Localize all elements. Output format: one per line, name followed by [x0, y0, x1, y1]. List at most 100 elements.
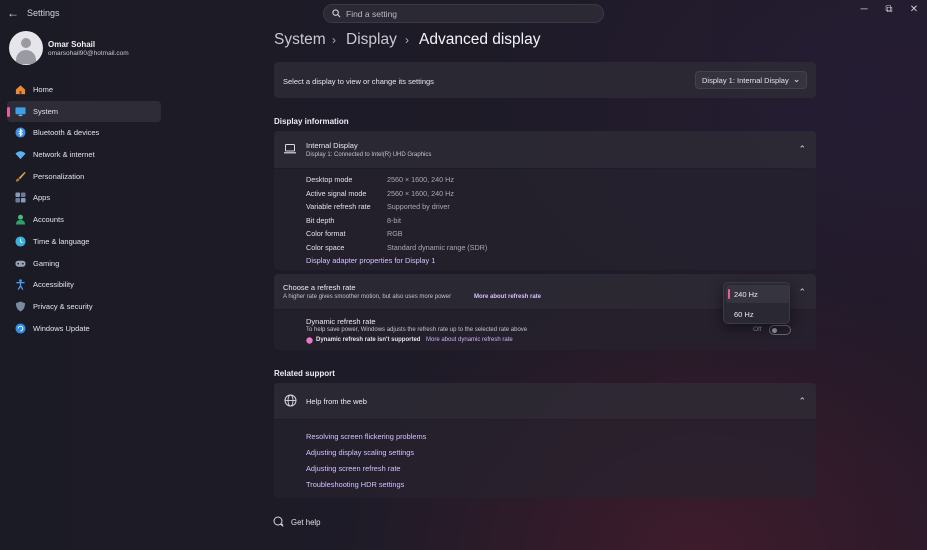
refresh-option-label: 60 Hz [734, 310, 754, 319]
dynamic-refresh-title: Dynamic refresh rate [306, 317, 376, 326]
get-help-icon [273, 516, 284, 527]
sidebar-item-label: Apps [33, 193, 51, 203]
refresh-rate-more-link[interactable]: More about refresh rate [474, 294, 541, 300]
chevron-up-icon[interactable]: ⌃ [798, 287, 806, 298]
bluetooth-icon [15, 127, 26, 138]
info-value: Standard dynamic range (SDR) [387, 242, 488, 252]
sidebar-item-label: System [33, 106, 59, 116]
sidebar-item-privacy[interactable]: Privacy & security [7, 296, 161, 318]
accounts-icon [15, 214, 26, 225]
display-select-label: Select a display to view or change its s… [283, 77, 434, 86]
user-email: omarsohail90@hotmail.com [48, 50, 129, 57]
toggle-state-label: Off [753, 326, 762, 333]
info-key: Color space [306, 242, 345, 252]
breadcrumb-system[interactable]: System [274, 31, 326, 49]
help-from-web-header[interactable]: Help from the web ⌃ [274, 383, 816, 419]
help-link[interactable]: Adjusting screen refresh rate [306, 464, 400, 473]
chevron-up-icon[interactable]: ⌃ [798, 144, 806, 155]
dynamic-refresh-toggle[interactable] [769, 325, 791, 335]
accessibility-icon [16, 279, 25, 291]
system-icon [15, 107, 26, 116]
avatar-head-shape [21, 38, 31, 48]
dynamic-refresh-subtitle: To help save power, Windows adjusts the … [306, 327, 528, 333]
apps-icon [15, 192, 26, 203]
sidebar-item-label: Gaming [33, 258, 60, 268]
sidebar-item-home[interactable]: Home [7, 79, 161, 101]
info-value: 2560 × 1600, 240 Hz [387, 188, 454, 198]
info-value: Supported by driver [387, 202, 450, 211]
dynamic-refresh-warning: Dynamic refresh rate isn't supported [316, 337, 421, 343]
user-name: Omar Sohail [48, 40, 96, 49]
chevron-down-icon: ⌄ [793, 75, 800, 84]
refresh-rate-popup: 240 Hz 60 Hz [723, 282, 790, 324]
sidebar-item-windows-update[interactable]: Windows Update [7, 318, 161, 340]
breadcrumb-display[interactable]: Display [346, 31, 397, 49]
toggle-knob [772, 327, 777, 333]
back-button[interactable]: ← [6, 6, 20, 20]
gaming-icon [15, 260, 26, 267]
sidebar-item-label: Accounts [33, 215, 64, 225]
app-title: Settings [27, 8, 60, 18]
avatar-body-shape [16, 50, 36, 64]
refresh-option-240[interactable]: 240 Hz [726, 285, 789, 303]
info-value: 8-bit [387, 215, 401, 225]
display-select-card: Select a display to view or change its s… [274, 62, 816, 98]
display-dropdown-value: Display 1: Internal Display [702, 76, 789, 85]
sidebar-item-network[interactable]: Network & internet [7, 144, 161, 166]
sidebar-item-personalization[interactable]: Personalization [7, 166, 161, 188]
display-information-heading: Display information [274, 117, 349, 126]
display-name: Internal Display [306, 141, 358, 150]
info-value: RGB [387, 229, 403, 238]
sidebar-item-bluetooth[interactable]: Bluetooth & devices [7, 122, 161, 144]
chevron-up-icon[interactable]: ⌃ [798, 396, 806, 407]
sidebar-item-label: Personalization [33, 171, 85, 181]
page-title: Advanced display [419, 31, 541, 48]
display-connection: Display 1: Connected to Intel(R) UHD Gra… [306, 152, 432, 158]
laptop-icon [284, 144, 296, 154]
help-from-web-title: Help from the web [306, 397, 367, 406]
breadcrumb-separator: › [405, 33, 409, 47]
sidebar-item-label: Windows Update [33, 323, 90, 333]
brush-icon [15, 171, 26, 182]
close-button[interactable]: ✕ [903, 2, 925, 18]
get-help-link[interactable]: Get help [291, 518, 320, 527]
display-dropdown[interactable]: Display 1: Internal Display ⌄ [695, 71, 807, 89]
help-link[interactable]: Resolving screen flickering problems [306, 432, 426, 441]
internal-display-header[interactable]: Internal Display Display 1: Connected to… [274, 131, 816, 168]
globe-clock-icon [15, 236, 26, 247]
related-support-heading: Related support [274, 369, 335, 378]
refresh-option-60[interactable]: 60 Hz [726, 305, 789, 323]
wifi-icon [15, 151, 26, 160]
adapter-properties-link[interactable]: Display adapter properties for Display 1 [306, 256, 435, 265]
info-value: 2560 × 1600, 240 Hz [387, 175, 454, 184]
avatar[interactable] [9, 31, 43, 65]
sidebar-item-gaming[interactable]: Gaming [7, 253, 161, 275]
help-link[interactable]: Troubleshooting HDR settings [306, 480, 404, 489]
refresh-rate-subtitle: A higher rate gives smoother motion, but… [283, 294, 452, 300]
info-key: Active signal mode [306, 188, 367, 198]
refresh-option-label: 240 Hz [734, 290, 758, 299]
help-links-panel: Resolving screen flickering problems Adj… [274, 420, 816, 498]
display-info-panel: Desktop mode 2560 × 1600, 240 Hz Active … [274, 169, 816, 270]
dynamic-refresh-more-link[interactable]: More about dynamic refresh rate [426, 337, 513, 343]
breadcrumb-separator: › [332, 33, 336, 47]
shield-icon [15, 301, 26, 312]
restore-button[interactable]: ⧉ [878, 2, 900, 18]
sidebar-item-system[interactable]: System [7, 100, 161, 123]
home-icon [15, 85, 26, 95]
search-box[interactable] [323, 4, 604, 23]
help-link[interactable]: Adjusting display scaling settings [306, 448, 414, 457]
info-key: Desktop mode [306, 175, 353, 184]
info-key: Color format [306, 229, 346, 238]
sidebar-item-label: Time & language [33, 236, 90, 246]
sidebar-item-label: Bluetooth & devices [33, 128, 100, 138]
minimize-button[interactable]: ─ [853, 2, 875, 18]
search-input[interactable] [346, 7, 596, 21]
sidebar-item-accounts[interactable]: Accounts [7, 209, 161, 231]
sidebar-item-apps[interactable]: Apps [7, 187, 161, 209]
sidebar-item-time-language[interactable]: Time & language [7, 231, 161, 253]
search-icon [332, 9, 341, 18]
sidebar-item-label: Privacy & security [33, 301, 93, 311]
sidebar-item-accessibility[interactable]: Accessibility [7, 274, 161, 296]
refresh-rate-title: Choose a refresh rate [283, 283, 356, 292]
